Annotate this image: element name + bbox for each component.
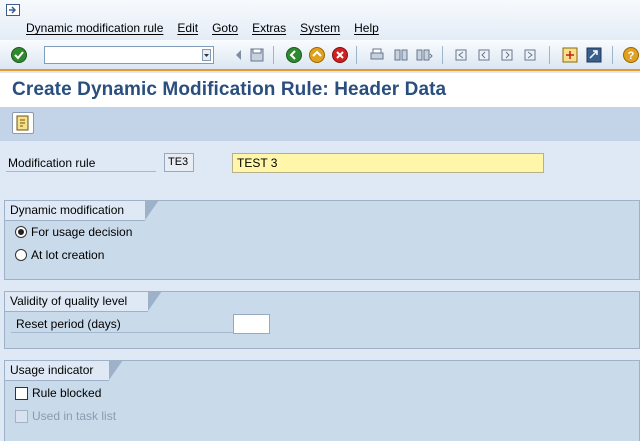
used-in-task-list-checkbox-row: Used in task list	[15, 409, 116, 423]
find-next-icon[interactable]	[415, 46, 433, 64]
enter-icon[interactable]	[10, 46, 28, 64]
cancel-icon[interactable]	[331, 46, 349, 64]
usage-indicator-group: Usage indicator Rule blocked Used in tas…	[4, 360, 640, 441]
group-title-text: Validity of quality level	[10, 294, 128, 308]
label-underline	[6, 171, 156, 172]
previous-page-icon[interactable]	[475, 46, 493, 64]
toolbar-separator	[442, 46, 443, 64]
reset-period-label: Reset period (days)	[16, 317, 121, 331]
checkbox-label: Rule blocked	[32, 386, 102, 400]
system-menu-icon[interactable]	[6, 4, 20, 16]
find-icon[interactable]	[392, 46, 410, 64]
save-icon[interactable]	[248, 46, 266, 64]
menu-help[interactable]: Help	[354, 21, 379, 35]
menu-dynamic-modification-rule[interactable]: Dynamic modification rule	[26, 21, 163, 35]
radio-for-usage-decision[interactable]: For usage decision	[15, 225, 132, 239]
used-in-task-list-checkbox	[15, 409, 28, 423]
create-session-icon[interactable]	[561, 46, 579, 64]
shortcut-icon[interactable]	[585, 46, 603, 64]
toolbar-separator	[356, 46, 357, 64]
standard-toolbar: ?	[0, 40, 640, 71]
radio-button-selected[interactable]	[15, 226, 27, 238]
toolbar-separator	[273, 46, 274, 64]
menu-extras[interactable]: Extras	[252, 21, 286, 35]
group-title-text: Usage indicator	[10, 363, 94, 377]
radio-label: At lot creation	[31, 248, 105, 262]
reset-period-input[interactable]	[233, 314, 270, 334]
title-bar: Create Dynamic Modification Rule: Header…	[0, 73, 640, 107]
last-page-icon[interactable]	[521, 46, 539, 64]
dynamic-modification-group: Dynamic modification For usage decision …	[4, 200, 640, 280]
dynamic-modification-group-title: Dynamic modification	[5, 200, 159, 221]
toolbar-separator	[549, 46, 550, 64]
radio-at-lot-creation[interactable]: At lot creation	[15, 248, 104, 262]
group-title-text: Dynamic modification	[10, 203, 125, 217]
next-screen-icon	[16, 115, 29, 131]
exit-icon[interactable]	[308, 46, 326, 64]
help-icon[interactable]: ?	[622, 46, 640, 64]
next-page-icon[interactable]	[498, 46, 516, 64]
menu-items: Dynamic modification rule Edit Goto Extr…	[26, 21, 393, 35]
validity-group-title: Validity of quality level	[5, 291, 162, 312]
usage-indicator-group-title: Usage indicator	[5, 360, 123, 381]
modification-rule-text-field[interactable]: TEST 3	[232, 153, 544, 173]
radio-button[interactable]	[15, 249, 27, 261]
first-page-icon[interactable]	[452, 46, 470, 64]
modification-rule-label: Modification rule	[8, 156, 96, 170]
command-field[interactable]	[44, 46, 214, 64]
command-history-icon[interactable]	[202, 49, 211, 61]
radio-label: For usage decision	[31, 225, 133, 239]
rule-blocked-checkbox[interactable]	[15, 386, 28, 400]
back-arrow-icon[interactable]	[230, 46, 248, 64]
checkbox-label: Used in task list	[32, 409, 117, 423]
rule-blocked-checkbox-row[interactable]: Rule blocked	[15, 386, 101, 400]
menu-bar: Dynamic modification rule Edit Goto Extr…	[0, 0, 640, 40]
menu-goto[interactable]: Goto	[212, 21, 238, 35]
next-screen-button[interactable]	[12, 112, 34, 134]
application-toolbar	[0, 107, 640, 141]
menu-system[interactable]: System	[300, 21, 340, 35]
label-underline	[11, 332, 233, 333]
print-icon[interactable]	[368, 46, 386, 64]
menu-edit[interactable]: Edit	[177, 21, 198, 35]
modification-rule-code-field: TE3	[164, 153, 194, 172]
page-title: Create Dynamic Modification Rule: Header…	[12, 79, 447, 100]
svg-text:?: ?	[628, 50, 635, 62]
back-icon[interactable]	[285, 46, 303, 64]
validity-group: Validity of quality level Reset period (…	[4, 291, 640, 349]
toolbar-separator	[612, 46, 613, 64]
